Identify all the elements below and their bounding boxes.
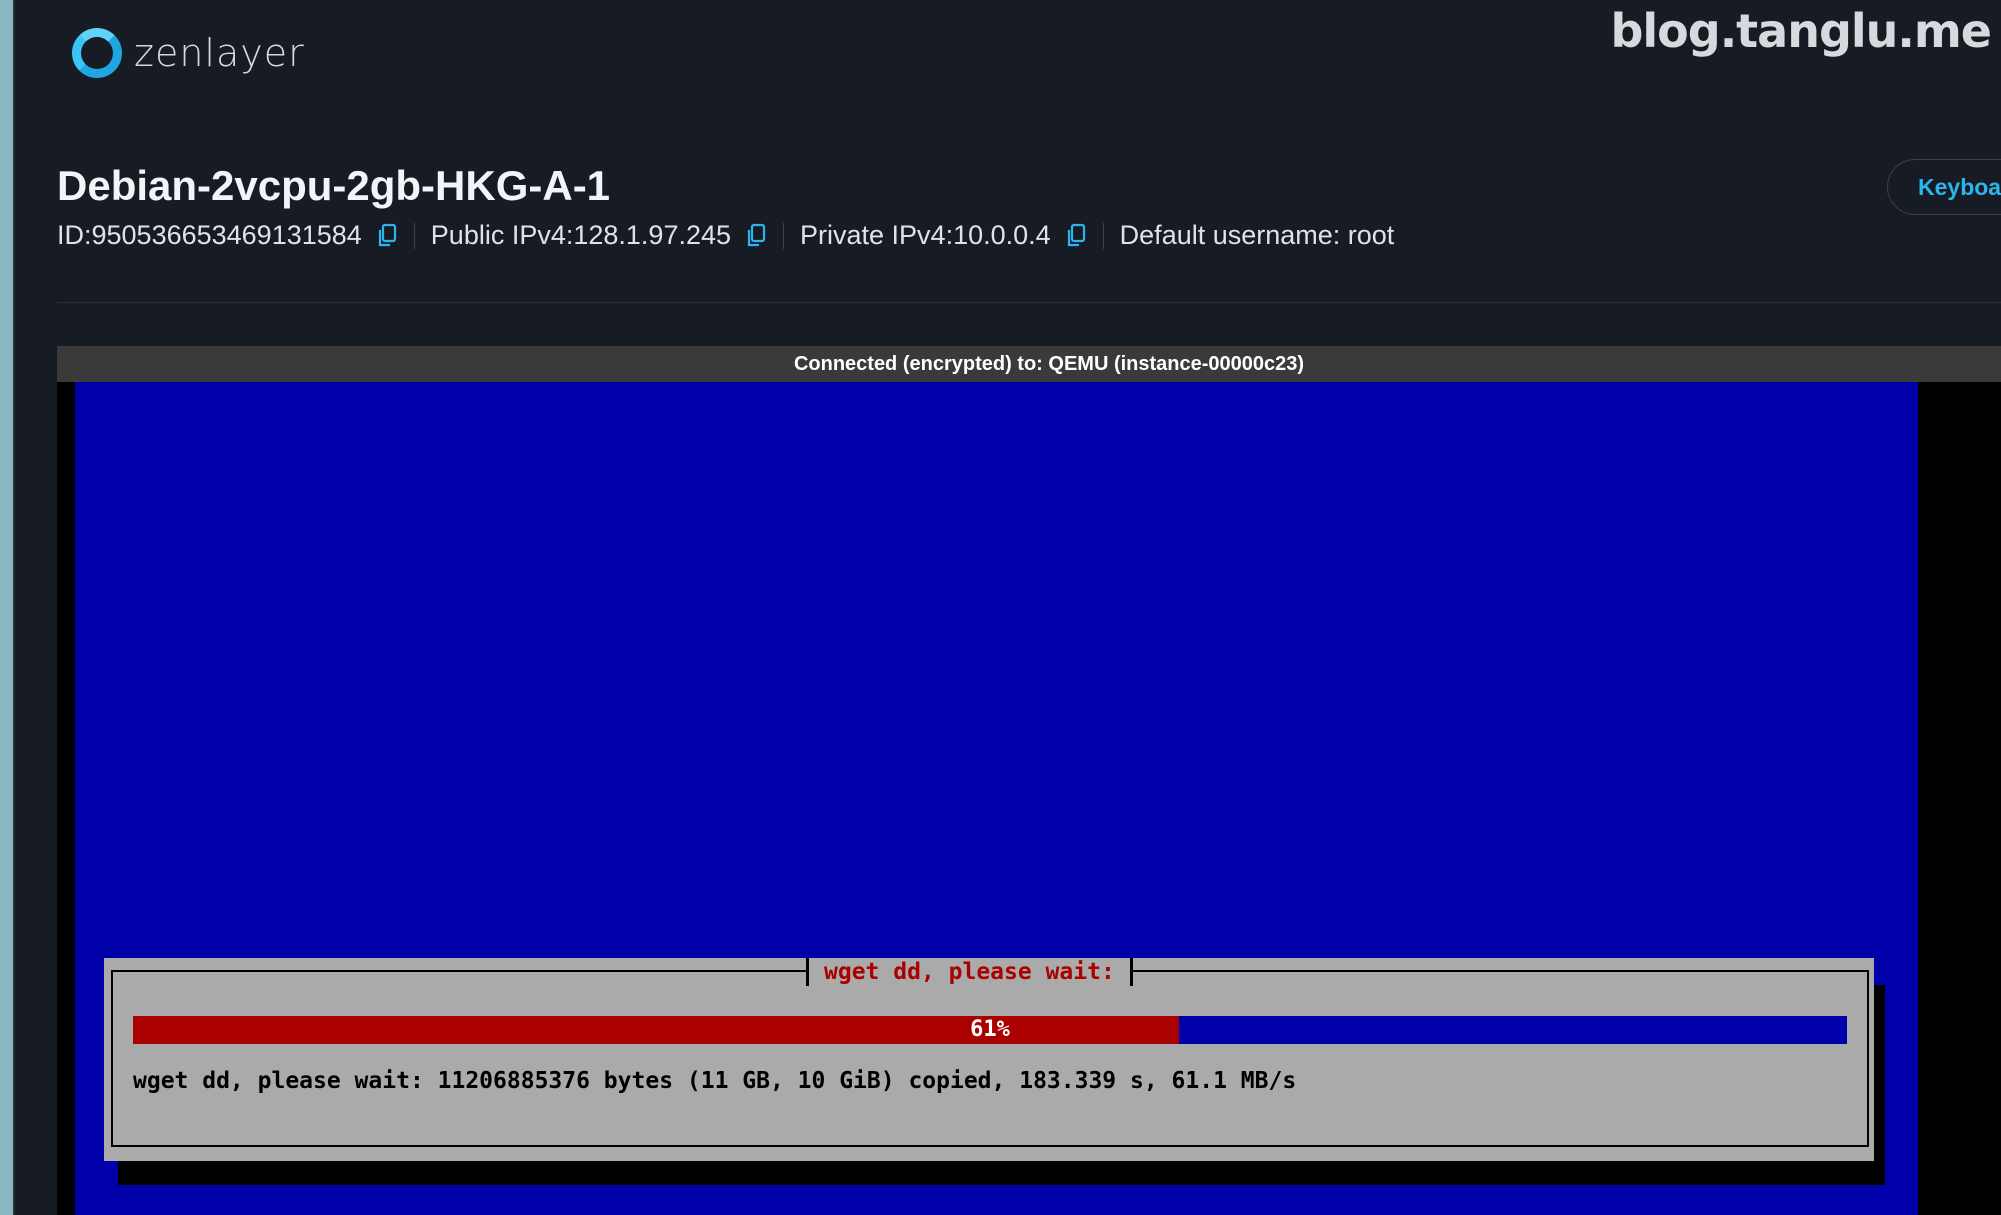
copy-icon[interactable] — [376, 223, 398, 249]
console-status-text: Connected (encrypted) to: QEMU (instance… — [793, 352, 1305, 375]
zenlayer-logo[interactable]: zenlayer — [72, 25, 305, 81]
progress-label: 61% — [970, 1017, 1010, 1042]
window-edge — [0, 0, 13, 1215]
vnc-console[interactable]: Connected (encrypted) to: QEMU (instance… — [57, 346, 2001, 1215]
progress-dialog: wget dd, please wait: 61% wget dd, pleas… — [104, 958, 1874, 1161]
copy-icon[interactable] — [1065, 223, 1087, 249]
instance-id: ID:950536653469131584 — [57, 220, 398, 251]
private-ip-text: Private IPv4:10.0.0.4 — [800, 220, 1051, 250]
window-edge-shade — [13, 0, 15, 1215]
dialog-title: wget dd, please wait: — [806, 958, 1133, 986]
watermark: blog.tanglu.me — [1610, 4, 1992, 58]
instance-meta: ID:950536653469131584 Public IPv4:128.1.… — [57, 220, 1394, 251]
separator — [783, 222, 785, 249]
dialog-frame — [111, 970, 1869, 1147]
default-username: Default username: root — [1119, 220, 1395, 250]
separator — [1102, 222, 1104, 249]
logo-ring-icon — [72, 28, 122, 78]
public-ip: Public IPv4:128.1.97.245 — [431, 220, 767, 251]
divider — [57, 302, 2001, 303]
public-ip-text: Public IPv4:128.1.97.245 — [430, 220, 732, 250]
instance-id-text: ID:950536653469131584 — [57, 220, 362, 250]
console-status-bar: Connected (encrypted) to: QEMU (instance… — [57, 346, 2001, 382]
copy-icon[interactable] — [745, 223, 767, 249]
page-title: Debian-2vcpu-2gb-HKG-A-1 — [57, 162, 611, 209]
separator — [413, 222, 415, 249]
keyboard-button[interactable]: Keyboa — [1887, 159, 2001, 215]
logo-text: zenlayer — [134, 31, 305, 75]
private-ip: Private IPv4:10.0.0.4 — [800, 220, 1087, 251]
dialog-message: wget dd, please wait: 11206885376 bytes … — [133, 1068, 1297, 1094]
console-screen[interactable]: wget dd, please wait: 61% wget dd, pleas… — [75, 382, 1918, 1215]
progress-bar: 61% — [133, 1016, 1847, 1044]
